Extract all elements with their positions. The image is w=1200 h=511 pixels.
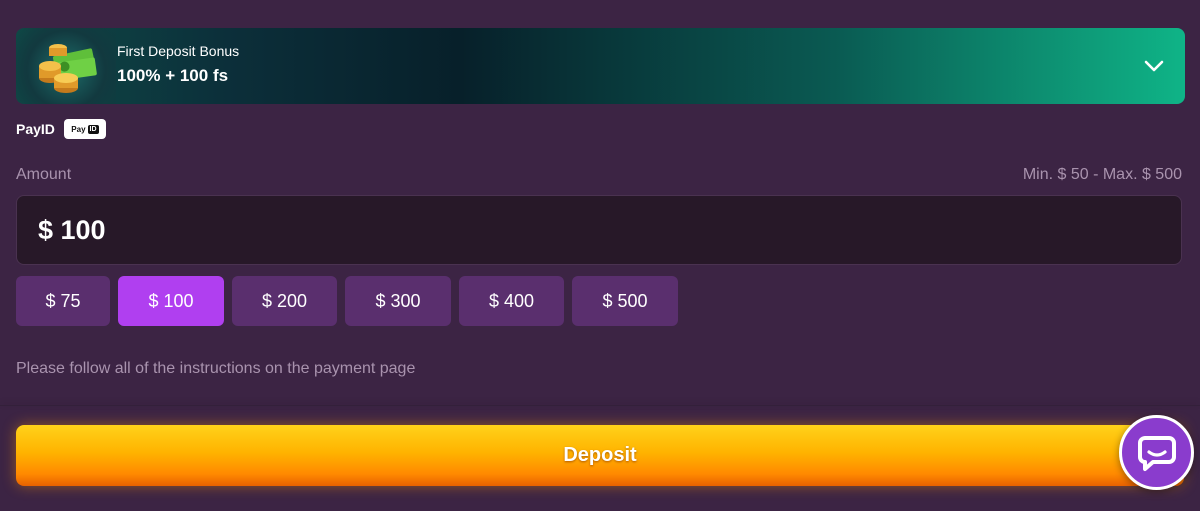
quick-amount-75[interactable]: $ 75 xyxy=(16,276,110,326)
quick-amount-500[interactable]: $ 500 xyxy=(572,276,678,326)
chat-widget-button[interactable] xyxy=(1119,415,1194,490)
chevron-down-icon[interactable] xyxy=(1143,55,1165,77)
payment-method-name: PayID xyxy=(16,121,55,137)
bonus-value: 100% + 100 fs xyxy=(117,66,229,85)
bonus-art xyxy=(16,28,116,104)
quick-amount-300[interactable]: $ 300 xyxy=(345,276,451,326)
deposit-button[interactable]: Deposit xyxy=(16,425,1184,486)
bonus-banner[interactable]: First Deposit Bonus 100% + 100 fs xyxy=(16,28,1185,104)
amount-limits: Min. $ 50 - Max. $ 500 xyxy=(1022,166,1182,183)
divider xyxy=(0,405,1200,406)
payid-logo: Pay ID xyxy=(63,119,106,139)
amount-input[interactable] xyxy=(16,195,1182,265)
payment-method: PayID Pay ID xyxy=(16,119,106,139)
quick-amount-100[interactable]: $ 100 xyxy=(118,276,224,326)
amount-label: Amount xyxy=(16,166,72,183)
money-stack-icon xyxy=(39,44,97,93)
quick-amount-400[interactable]: $ 400 xyxy=(459,276,564,326)
chat-bubble-icon xyxy=(1137,435,1176,471)
payment-instructions-note: Please follow all of the instructions on… xyxy=(16,360,416,377)
bonus-label: First Deposit Bonus xyxy=(117,43,240,59)
quick-amount-200[interactable]: $ 200 xyxy=(232,276,337,326)
quick-amounts: $ 75 $ 100 $ 200 $ 300 $ 400 $ 500 xyxy=(16,276,678,326)
